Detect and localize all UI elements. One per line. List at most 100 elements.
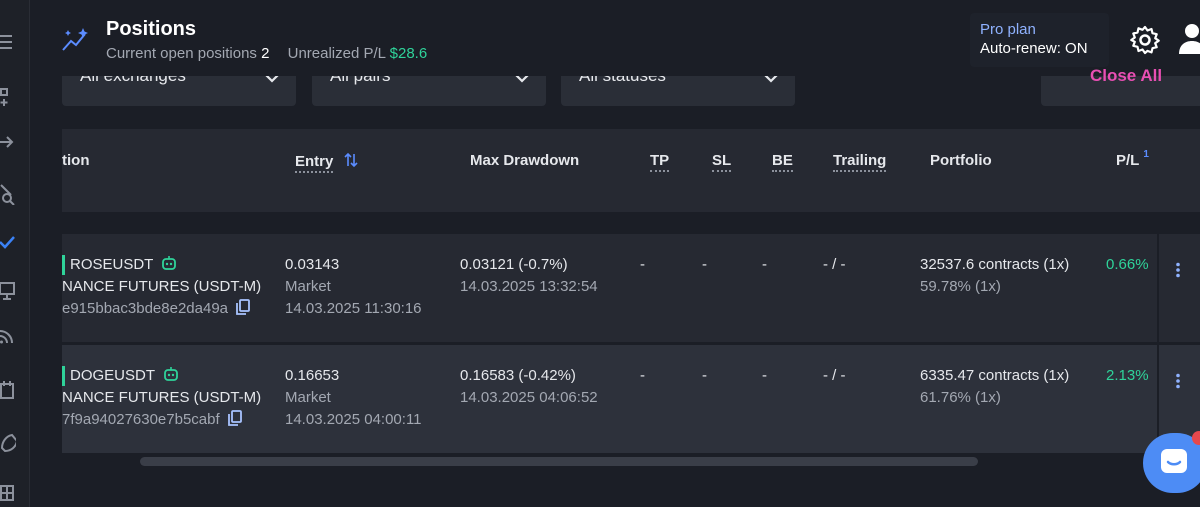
drawdown-value: 0.03121 (-0.7%): [460, 256, 568, 273]
positions-table: tion Entry Max Drawdown TP SL BE Trailin…: [62, 129, 1200, 459]
close-all-label: Close All: [1089, 66, 1163, 85]
exchange-name: NANCE FUTURES (USDT-M): [62, 389, 262, 406]
position-id: 7f9a94027630e7b5cabf: [62, 411, 220, 428]
exchange-name: NANCE FUTURES (USDT-M): [62, 278, 262, 295]
bot-icon: [163, 366, 179, 382]
col-sl-label: SL: [712, 152, 732, 172]
plan-badge[interactable]: Pro plan Auto-renew: ON: [970, 13, 1109, 67]
chevron-down-icon: [763, 76, 779, 83]
kebab-menu-icon[interactable]: [1175, 373, 1181, 389]
trailing-value: - / -: [823, 256, 846, 273]
sparkle-chart-icon: [61, 26, 91, 54]
be-value: -: [762, 256, 767, 273]
monitor-icon[interactable]: [0, 280, 16, 302]
unrealized-label: Unrealized P/L: [287, 45, 386, 62]
pen-search-icon[interactable]: [0, 183, 16, 205]
calendar-icon[interactable]: [0, 379, 16, 401]
chevron-down-icon: [264, 76, 280, 83]
position-cell: ROSEUSDT NANCE FUTURES (USDT-M) e915bbac…: [62, 254, 261, 320]
chat-icon: [1159, 447, 1189, 477]
positions-summary: Current open positions 2 Unrealized P/L …: [106, 45, 427, 62]
gear-icon[interactable]: [1129, 24, 1161, 56]
add-widget-icon[interactable]: [0, 86, 16, 108]
status-tag: [62, 366, 65, 386]
close-all-button[interactable]: Close All: [1041, 67, 1200, 106]
entry-type: Market: [285, 278, 331, 295]
table-row[interactable]: DOGEUSDT NANCE FUTURES (USDT-M) 7f9a9402…: [62, 345, 1200, 453]
statuses-dropdown[interactable]: All statuses: [561, 76, 795, 106]
table-row[interactable]: ROSEUSDT NANCE FUTURES (USDT-M) e915bbac…: [62, 234, 1200, 342]
open-positions-count: 2: [261, 45, 270, 62]
drawdown-time: 14.03.2025 13:32:54: [460, 278, 598, 295]
col-max-drawdown: Max Drawdown: [470, 152, 580, 169]
entry-type: Market: [285, 389, 331, 406]
bot-icon: [161, 255, 177, 271]
chevron-down-icon: [514, 76, 530, 83]
col-pl[interactable]: P/L 1: [1116, 149, 1149, 169]
chat-button[interactable]: [1143, 433, 1200, 493]
menu-icon[interactable]: [0, 31, 16, 53]
col-trailing[interactable]: Trailing: [833, 152, 887, 172]
col-portfolio: Portfolio: [930, 152, 992, 169]
col-entry[interactable]: Entry: [295, 152, 358, 173]
col-position: tion: [62, 152, 90, 169]
col-be-label: BE: [772, 152, 793, 172]
copy-icon[interactable]: [236, 299, 250, 315]
drawdown-time: 14.03.2025 04:06:52: [460, 389, 598, 406]
grid-icon[interactable]: [0, 482, 16, 504]
drawdown-cell: 0.16583 (-0.42%) 14.03.2025 04:06:52: [460, 365, 598, 409]
col-trailing-label: Trailing: [833, 152, 887, 172]
arrow-icon[interactable]: [0, 131, 16, 153]
col-pl-label: P/L: [1116, 152, 1140, 169]
notification-badge: [1192, 431, 1200, 445]
page-header: Positions Current open positions 2 Unrea…: [31, 0, 1200, 76]
col-entry-label: Entry: [295, 153, 334, 173]
rocket-icon[interactable]: [0, 433, 16, 455]
pl-value: 2.13%: [1106, 367, 1149, 384]
status-tag: [62, 255, 65, 275]
portfolio-percent: 59.78% (1x): [920, 278, 1001, 295]
entry-cell: 0.03143 Market 14.03.2025 11:30:16: [285, 254, 422, 320]
exchanges-dropdown[interactable]: All exchanges: [62, 76, 296, 106]
filter-bar: All exchanges All pairs All statuses Clo…: [31, 67, 1200, 116]
symbol[interactable]: DOGEUSDT: [70, 367, 155, 384]
sort-icon[interactable]: [343, 152, 358, 168]
sl-value: -: [702, 367, 707, 384]
portfolio-contracts: 32537.6 contracts (1x): [920, 256, 1070, 273]
pairs-dropdown[interactable]: All pairs: [312, 76, 546, 106]
position-cell: DOGEUSDT NANCE FUTURES (USDT-M) 7f9a9402…: [62, 365, 261, 431]
unrealized-value: $28.6: [389, 45, 428, 62]
position-id: e915bbac3bde8e2da49a: [62, 300, 229, 317]
page-title: Positions: [106, 18, 197, 40]
entry-time: 14.03.2025 11:30:16: [285, 300, 422, 317]
entry-time: 14.03.2025 04:00:11: [285, 411, 422, 428]
exchanges-dropdown-label: All exchanges: [80, 76, 186, 85]
check-icon[interactable]: [0, 231, 16, 253]
tp-value: -: [640, 367, 645, 384]
tp-value: -: [640, 256, 645, 273]
user-icon[interactable]: [1179, 22, 1200, 56]
pl-value: 0.66%: [1106, 256, 1149, 273]
col-tp[interactable]: TP: [650, 152, 670, 172]
statuses-dropdown-label: All statuses: [579, 76, 666, 85]
col-sl[interactable]: SL: [712, 152, 732, 172]
col-be[interactable]: BE: [772, 152, 793, 172]
col-pl-sort-order: 1: [1143, 149, 1149, 160]
signal-icon[interactable]: [0, 325, 16, 347]
entry-price: 0.16653: [285, 367, 340, 384]
trailing-value: - / -: [823, 367, 846, 384]
portfolio-cell: 6335.47 contracts (1x) 61.76% (1x): [920, 365, 1069, 409]
symbol[interactable]: ROSEUSDT: [70, 256, 153, 273]
entry-price: 0.03143: [285, 256, 340, 273]
plan-renew-status: Auto-renew: ON: [980, 40, 1088, 57]
pairs-dropdown-label: All pairs: [330, 76, 390, 85]
horizontal-scrollbar[interactable]: [140, 457, 978, 466]
sidebar: [0, 0, 30, 507]
drawdown-value: 0.16583 (-0.42%): [460, 367, 576, 384]
row-actions: [1157, 234, 1200, 342]
copy-icon[interactable]: [227, 410, 242, 426]
kebab-menu-icon[interactable]: [1175, 262, 1181, 278]
sl-value: -: [702, 256, 707, 273]
table-header: tion Entry Max Drawdown TP SL BE Trailin…: [62, 129, 1200, 212]
entry-cell: 0.16653 Market 14.03.2025 04:00:11: [285, 365, 422, 431]
